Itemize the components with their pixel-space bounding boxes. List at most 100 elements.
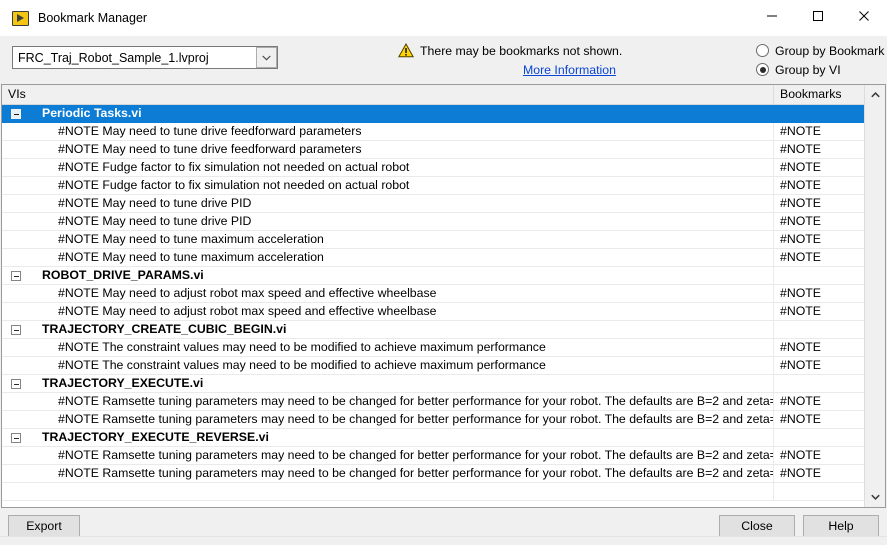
table-row[interactable]: ROBOT_DRIVE_PARAMS.vi: [2, 267, 866, 285]
bookmark-note-label: #NOTE May need to tune drive PID: [58, 196, 252, 210]
project-select-value: FRC_Traj_Robot_Sample_1.lvproj: [18, 50, 209, 65]
cell-vis: #NOTE May need to tune maximum accelerat…: [2, 231, 774, 248]
bookmark-note-label: #NOTE May need to adjust robot max speed…: [58, 286, 437, 300]
radio-group-by-bookmark-label: Group by Bookmark: [775, 43, 885, 58]
labview-vi-icon: [12, 10, 29, 26]
cell-bookmark-tag: #NOTE: [774, 393, 866, 410]
radio-group-by-bookmark[interactable]: Group by Bookmark: [756, 41, 884, 60]
warning-line: There may be bookmarks not shown.: [398, 41, 698, 60]
cell-bookmark-tag: [774, 429, 866, 446]
cell-bookmark-tag: #NOTE: [774, 177, 866, 194]
maximize-button[interactable]: [795, 0, 841, 32]
project-select[interactable]: FRC_Traj_Robot_Sample_1.lvproj: [12, 46, 278, 69]
cell-vis: #NOTE Ramsette tuning parameters may nee…: [2, 411, 774, 428]
cell-bookmark-tag: #NOTE: [774, 285, 866, 302]
vi-name-label: TRAJECTORY_EXECUTE.vi: [42, 376, 204, 390]
close-dialog-button[interactable]: Close: [719, 515, 795, 538]
bookmark-note-label: #NOTE Fudge factor to fix simulation not…: [58, 160, 410, 174]
table-row[interactable]: #NOTE May need to tune drive PID #NOTE: [2, 195, 866, 213]
cell-bookmark-tag: #NOTE: [774, 411, 866, 428]
window-title: Bookmark Manager: [38, 11, 148, 25]
table-row[interactable]: #NOTE May need to tune maximum accelerat…: [2, 231, 866, 249]
table-row[interactable]: #NOTE May need to adjust robot max speed…: [2, 303, 866, 321]
cell-vis: TRAJECTORY_CREATE_CUBIC_BEGIN.vi: [2, 321, 774, 338]
column-header-bookmarks[interactable]: Bookmarks: [774, 85, 866, 104]
table-row[interactable]: TRAJECTORY_EXECUTE_REVERSE.vi: [2, 429, 866, 447]
table-row[interactable]: #NOTE Ramsette tuning parameters may nee…: [2, 447, 866, 465]
cell-vis: #NOTE May need to tune drive feedforward…: [2, 123, 774, 140]
expand-collapse-icon[interactable]: [11, 109, 21, 119]
cell-vis: #NOTE Fudge factor to fix simulation not…: [2, 159, 774, 176]
expand-collapse-icon[interactable]: [11, 433, 21, 443]
cell-vis: [2, 483, 774, 500]
table-row[interactable]: TRAJECTORY_EXECUTE.vi: [2, 375, 866, 393]
expand-collapse-icon[interactable]: [11, 379, 21, 389]
cell-vis: #NOTE Ramsette tuning parameters may nee…: [2, 465, 774, 482]
cell-bookmark-tag: [774, 105, 866, 122]
cell-vis: #NOTE May need to adjust robot max speed…: [2, 285, 774, 302]
table-header-row: VIs Bookmarks: [2, 85, 885, 105]
scroll-down-button[interactable]: [865, 488, 885, 506]
table-row[interactable]: #NOTE May need to adjust robot max speed…: [2, 285, 866, 303]
expand-collapse-icon[interactable]: [11, 325, 21, 335]
minimize-button[interactable]: [749, 0, 795, 32]
window-controls: [749, 0, 887, 32]
table-row[interactable]: #NOTE Ramsette tuning parameters may nee…: [2, 465, 866, 483]
cell-vis: #NOTE The constraint values may need to …: [2, 357, 774, 374]
radio-group-by-vi[interactable]: Group by VI: [756, 60, 884, 79]
more-information-link[interactable]: More Information: [523, 63, 616, 77]
radio-group-by-vi-mark[interactable]: [756, 63, 769, 76]
cell-bookmark-tag: [774, 267, 866, 284]
radio-group-by-bookmark-mark[interactable]: [756, 44, 769, 57]
table-vertical-scrollbar[interactable]: [864, 85, 885, 507]
table-row[interactable]: #NOTE The constraint values may need to …: [2, 339, 866, 357]
table-row[interactable]: #NOTE Ramsette tuning parameters may nee…: [2, 393, 866, 411]
window-bottom-edge: [0, 536, 887, 545]
table-row[interactable]: #NOTE May need to tune maximum accelerat…: [2, 249, 866, 267]
cell-vis: #NOTE Ramsette tuning parameters may nee…: [2, 393, 774, 410]
bookmark-note-label: #NOTE Ramsette tuning parameters may nee…: [58, 412, 774, 426]
warning-triangle-icon: [398, 43, 414, 58]
bookmark-note-label: #NOTE May need to tune maximum accelerat…: [58, 250, 324, 264]
close-icon: [859, 11, 869, 21]
radio-group-by-vi-label: Group by VI: [775, 62, 841, 77]
table-row[interactable]: [2, 483, 866, 501]
expand-collapse-icon[interactable]: [11, 271, 21, 281]
cell-bookmark-tag: #NOTE: [774, 447, 866, 464]
bookmarks-table: VIs Bookmarks Periodic Tasks.vi #NOTE May…: [1, 84, 886, 508]
export-button[interactable]: Export: [8, 515, 80, 538]
table-body: Periodic Tasks.vi #NOTE May need to tune …: [2, 105, 866, 507]
cell-bookmark-tag: #NOTE: [774, 213, 866, 230]
table-row[interactable]: #NOTE Ramsette tuning parameters may nee…: [2, 411, 866, 429]
vi-name-label: TRAJECTORY_CREATE_CUBIC_BEGIN.vi: [42, 322, 287, 336]
cell-bookmark-tag: [774, 375, 866, 392]
cell-bookmark-tag: #NOTE: [774, 339, 866, 356]
maximize-icon: [813, 11, 823, 21]
toolbar: FRC_Traj_Robot_Sample_1.lvproj There may…: [0, 36, 887, 84]
table-row[interactable]: #NOTE May need to tune drive feedforward…: [2, 141, 866, 159]
table-row[interactable]: #NOTE The constraint values may need to …: [2, 357, 866, 375]
cell-bookmark-tag: #NOTE: [774, 231, 866, 248]
chevron-up-icon: [870, 92, 880, 98]
cell-vis: #NOTE Ramsette tuning parameters may nee…: [2, 447, 774, 464]
chevron-down-icon: [870, 494, 880, 500]
cell-bookmark-tag: #NOTE: [774, 141, 866, 158]
project-select-dropdown-button[interactable]: [256, 47, 277, 68]
bookmark-note-label: #NOTE May need to tune maximum accelerat…: [58, 232, 324, 246]
table-row[interactable]: #NOTE Fudge factor to fix simulation not…: [2, 159, 866, 177]
table-row[interactable]: TRAJECTORY_CREATE_CUBIC_BEGIN.vi: [2, 321, 866, 339]
title-bar-left: Bookmark Manager: [12, 0, 147, 36]
close-button[interactable]: [841, 0, 887, 32]
cell-bookmark-tag: [774, 483, 866, 500]
bookmark-note-label: #NOTE Ramsette tuning parameters may nee…: [58, 466, 774, 480]
cell-bookmark-tag: #NOTE: [774, 357, 866, 374]
bookmark-manager-window: Bookmark Manager FRC_Traj_Robot_Sample_1…: [0, 0, 887, 545]
table-row[interactable]: #NOTE Fudge factor to fix simulation not…: [2, 177, 866, 195]
help-button[interactable]: Help: [803, 515, 879, 538]
cell-vis: #NOTE May need to adjust robot max speed…: [2, 303, 774, 320]
column-header-vis[interactable]: VIs: [2, 85, 774, 104]
table-row[interactable]: #NOTE May need to tune drive PID #NOTE: [2, 213, 866, 231]
scroll-up-button[interactable]: [865, 86, 885, 104]
table-row[interactable]: #NOTE May need to tune drive feedforward…: [2, 123, 866, 141]
table-row[interactable]: Periodic Tasks.vi: [2, 105, 866, 123]
